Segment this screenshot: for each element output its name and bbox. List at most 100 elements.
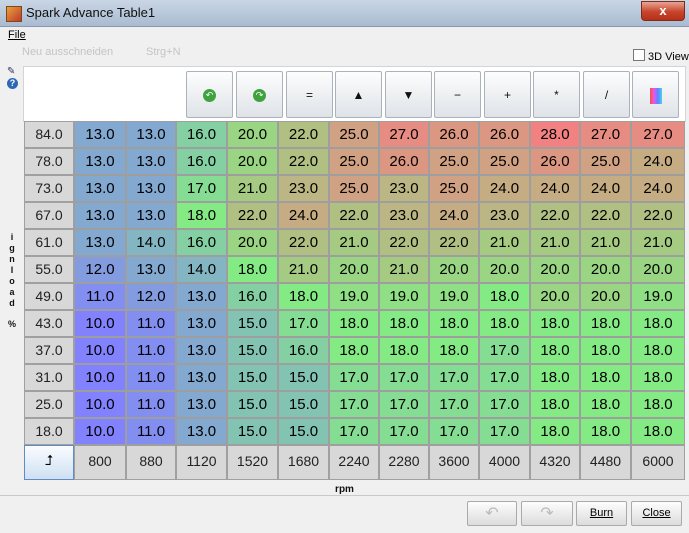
table-cell[interactable]: 20.0 — [479, 256, 530, 283]
table-cell[interactable]: 17.0 — [479, 391, 530, 418]
column-header[interactable]: 1520 — [227, 445, 278, 480]
table-cell[interactable]: 17.0 — [479, 418, 530, 445]
color-palette-icon[interactable] — [632, 71, 679, 118]
table-cell[interactable]: 26.0 — [379, 148, 429, 175]
table-cell[interactable]: 17.0 — [429, 364, 479, 391]
table-cell[interactable]: 18.0 — [631, 418, 685, 445]
table-cell[interactable]: 20.0 — [530, 256, 580, 283]
table-cell[interactable]: 11.0 — [74, 283, 126, 310]
table-cell[interactable]: 13.0 — [126, 256, 176, 283]
undo-icon[interactable]: ↶ — [186, 71, 233, 118]
row-header[interactable]: 73.0 — [24, 175, 74, 202]
column-header[interactable]: 880 — [126, 445, 176, 480]
table-cell[interactable]: 20.0 — [227, 229, 278, 256]
table-cell[interactable]: 20.0 — [227, 148, 278, 175]
table-cell[interactable]: 13.0 — [126, 148, 176, 175]
table-cell[interactable]: 22.0 — [278, 148, 329, 175]
table-cell[interactable]: 17.0 — [379, 418, 429, 445]
table-cell[interactable]: 17.0 — [329, 418, 379, 445]
table-cell[interactable]: 13.0 — [176, 364, 227, 391]
menu-file[interactable]: File — [8, 29, 26, 41]
table-cell[interactable]: 18.0 — [580, 337, 631, 364]
table-cell[interactable]: 18.0 — [479, 310, 530, 337]
table-cell[interactable]: 18.0 — [227, 256, 278, 283]
table-cell[interactable]: 13.0 — [74, 229, 126, 256]
table-cell[interactable]: 27.0 — [631, 121, 685, 148]
column-header[interactable]: 4480 — [580, 445, 631, 480]
table-cell[interactable]: 18.0 — [631, 364, 685, 391]
table-cell[interactable]: 21.0 — [329, 229, 379, 256]
table-cell[interactable]: 22.0 — [329, 202, 379, 229]
row-header[interactable]: 67.0 — [24, 202, 74, 229]
multiply-icon[interactable]: * — [533, 71, 580, 118]
table-cell[interactable]: 15.0 — [278, 391, 329, 418]
table-cell[interactable]: 22.0 — [227, 202, 278, 229]
table-cell[interactable]: 18.0 — [379, 310, 429, 337]
view-3d-toggle[interactable]: 3D View — [633, 49, 689, 63]
table-cell[interactable]: 18.0 — [429, 337, 479, 364]
table-cell[interactable]: 16.0 — [227, 283, 278, 310]
table-cell[interactable]: 22.0 — [429, 229, 479, 256]
table-cell[interactable]: 13.0 — [126, 121, 176, 148]
column-header[interactable]: 800 — [74, 445, 126, 480]
table-cell[interactable]: 12.0 — [126, 283, 176, 310]
table-cell[interactable]: 25.0 — [429, 148, 479, 175]
table-cell[interactable]: 20.0 — [580, 256, 631, 283]
table-cell[interactable]: 18.0 — [176, 202, 227, 229]
table-cell[interactable]: 23.0 — [479, 202, 530, 229]
table-cell[interactable]: 13.0 — [176, 337, 227, 364]
table-cell[interactable]: 11.0 — [126, 391, 176, 418]
table-cell[interactable]: 18.0 — [278, 283, 329, 310]
table-cell[interactable]: 18.0 — [329, 337, 379, 364]
column-header[interactable]: 4000 — [479, 445, 530, 480]
row-header[interactable]: 61.0 — [24, 229, 74, 256]
column-header[interactable]: 4320 — [530, 445, 580, 480]
table-cell[interactable]: 13.0 — [126, 175, 176, 202]
table-cell[interactable]: 24.0 — [580, 175, 631, 202]
table-cell[interactable]: 21.0 — [580, 229, 631, 256]
table-cell[interactable]: 15.0 — [227, 364, 278, 391]
undo-button[interactable]: ↶ — [467, 501, 517, 526]
table-cell[interactable]: 19.0 — [429, 283, 479, 310]
table-cell[interactable]: 18.0 — [580, 364, 631, 391]
table-cell[interactable]: 18.0 — [631, 391, 685, 418]
table-cell[interactable]: 10.0 — [74, 337, 126, 364]
row-header[interactable]: 31.0 — [24, 364, 74, 391]
set-equal-icon[interactable]: = — [286, 71, 333, 118]
table-cell[interactable]: 17.0 — [479, 364, 530, 391]
table-cell[interactable]: 15.0 — [278, 364, 329, 391]
plus-icon[interactable]: + — [484, 71, 531, 118]
table-cell[interactable]: 14.0 — [126, 229, 176, 256]
row-header[interactable]: 37.0 — [24, 337, 74, 364]
table-cell[interactable]: 19.0 — [379, 283, 429, 310]
table-cell[interactable]: 18.0 — [580, 310, 631, 337]
table-cell[interactable]: 25.0 — [329, 148, 379, 175]
redo-icon[interactable]: ↷ — [236, 71, 283, 118]
table-cell[interactable]: 17.0 — [479, 337, 530, 364]
interpolate-icon[interactable]: / — [583, 71, 630, 118]
table-cell[interactable]: 13.0 — [176, 310, 227, 337]
table-cell[interactable]: 15.0 — [278, 418, 329, 445]
table-cell[interactable]: 17.0 — [176, 175, 227, 202]
table-cell[interactable]: 17.0 — [329, 364, 379, 391]
table-cell[interactable]: 22.0 — [631, 202, 685, 229]
table-cell[interactable]: 21.0 — [227, 175, 278, 202]
table-cell[interactable]: 26.0 — [429, 121, 479, 148]
redo-button[interactable]: ↷ — [521, 501, 573, 526]
table-cell[interactable]: 15.0 — [227, 418, 278, 445]
table-cell[interactable]: 23.0 — [379, 202, 429, 229]
increase-icon[interactable]: ▲ — [335, 71, 382, 118]
table-cell[interactable]: 10.0 — [74, 310, 126, 337]
row-header[interactable]: 55.0 — [24, 256, 74, 283]
edit-pencil-icon[interactable]: ✎ — [7, 66, 15, 77]
table-cell[interactable]: 27.0 — [379, 121, 429, 148]
row-header[interactable]: 84.0 — [24, 121, 74, 148]
table-cell[interactable]: 25.0 — [329, 175, 379, 202]
table-cell[interactable]: 18.0 — [329, 310, 379, 337]
table-cell[interactable]: 13.0 — [126, 202, 176, 229]
table-cell[interactable]: 28.0 — [530, 121, 580, 148]
table-cell[interactable]: 24.0 — [479, 175, 530, 202]
table-cell[interactable]: 18.0 — [530, 364, 580, 391]
row-header[interactable]: 49.0 — [24, 283, 74, 310]
table-cell[interactable]: 22.0 — [580, 202, 631, 229]
